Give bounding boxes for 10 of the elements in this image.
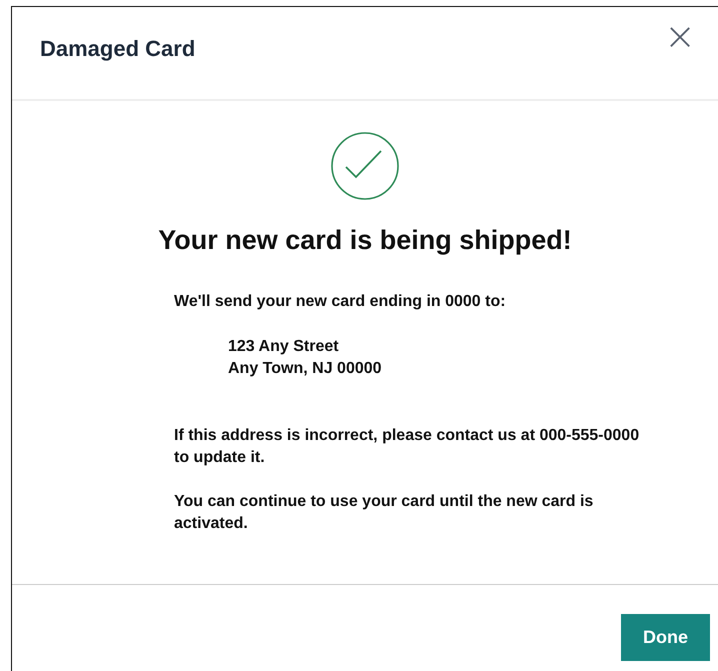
confirmation-heading: Your new card is being shipped!: [158, 225, 572, 256]
done-button[interactable]: Done: [621, 614, 710, 661]
dialog-title: Damaged Card: [40, 36, 196, 62]
checkmark-circle-icon: [330, 131, 400, 201]
intro-text: We'll send your new card ending in 0000 to:: [174, 292, 507, 312]
close-button[interactable]: ×: [660, 17, 700, 55]
address-line: Any Town, NJ 00000: [228, 359, 383, 379]
info-paragraph: You can continue to use your card until the new card is activated.: [174, 492, 594, 534]
address-line: 123 Any Street: [228, 337, 340, 357]
info-paragraph: If this address is incorrect, please contact us at 000-555-0000 to update it.: [174, 426, 640, 468]
